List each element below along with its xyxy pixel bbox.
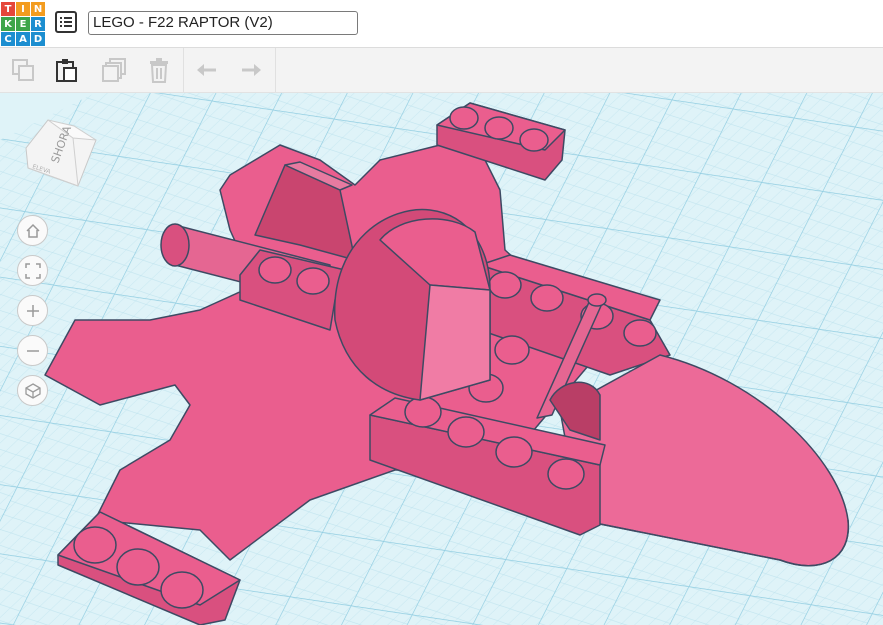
fit-view-icon[interactable] bbox=[17, 255, 48, 286]
logo-letter: N bbox=[31, 2, 45, 16]
zoom-out-icon[interactable] bbox=[17, 335, 48, 366]
perspective-icon[interactable] bbox=[17, 375, 48, 406]
workplane-canvas bbox=[0, 93, 883, 625]
edit-toolbar bbox=[0, 48, 883, 93]
logo-letter: I bbox=[16, 2, 30, 16]
undo-icon[interactable] bbox=[192, 55, 222, 85]
zoom-in-icon[interactable] bbox=[17, 295, 48, 326]
delete-icon[interactable] bbox=[144, 55, 174, 85]
logo-letter: R bbox=[31, 17, 45, 31]
logo-letter: T bbox=[1, 2, 15, 16]
copy-icon[interactable] bbox=[8, 55, 38, 85]
design-title-input[interactable]: LEGO - F22 RAPTOR (V2) bbox=[88, 11, 358, 35]
logo-letter: K bbox=[1, 17, 15, 31]
paste-icon[interactable] bbox=[51, 55, 81, 85]
design-list-icon[interactable] bbox=[55, 11, 77, 33]
tinkercad-logo[interactable]: TIN KER CAD bbox=[1, 2, 45, 46]
logo-letter: E bbox=[16, 17, 30, 31]
home-view-icon[interactable] bbox=[17, 215, 48, 246]
toolbar-divider bbox=[183, 48, 184, 92]
top-header: TIN KER CAD LEGO - F22 RAPTOR (V2) bbox=[0, 0, 883, 48]
logo-letter: C bbox=[1, 32, 15, 46]
logo-letter: D bbox=[31, 32, 45, 46]
redo-icon[interactable] bbox=[236, 55, 266, 85]
view-cube[interactable]: SHORA ELEVA bbox=[18, 108, 98, 188]
duplicate-icon[interactable] bbox=[99, 55, 129, 85]
workplane[interactable]: SHORA ELEVA bbox=[0, 93, 883, 625]
logo-letter: A bbox=[16, 32, 30, 46]
toolbar-divider bbox=[275, 48, 276, 92]
